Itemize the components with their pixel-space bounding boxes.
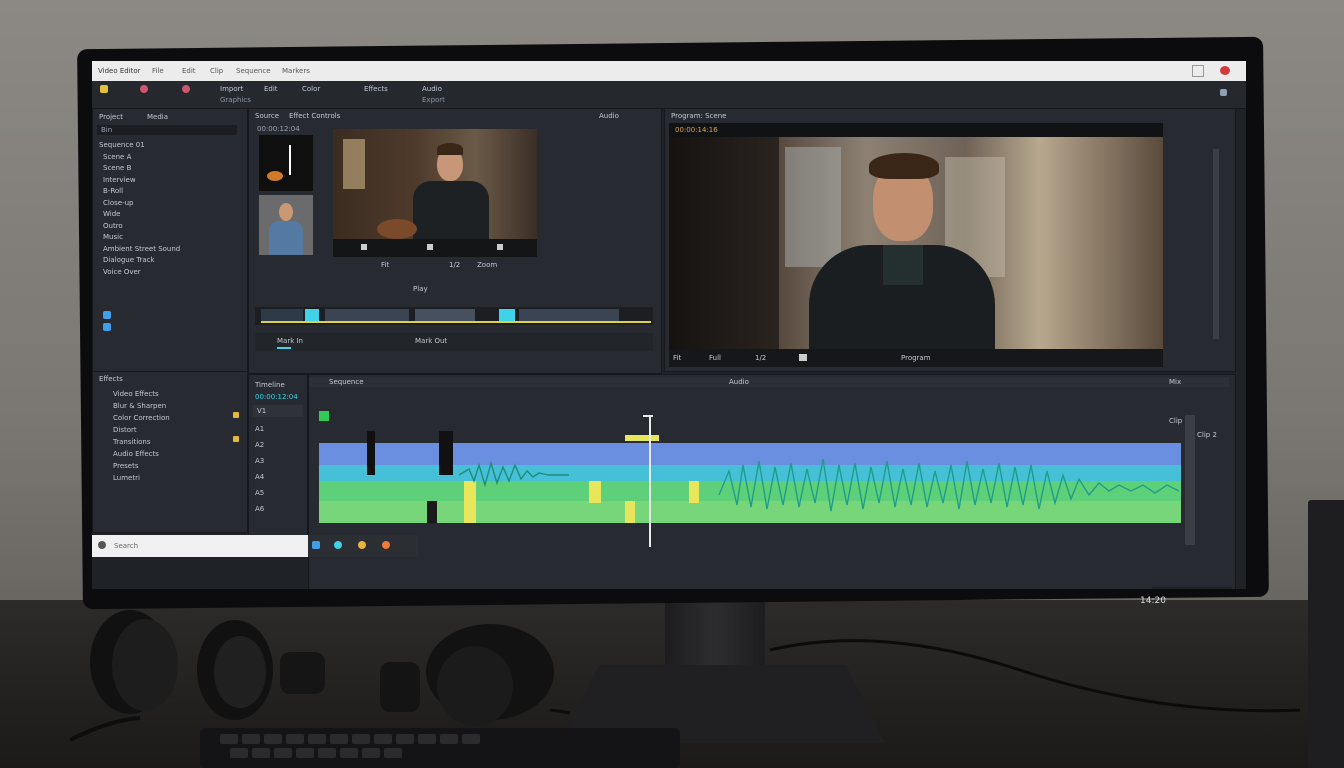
menu-item-file[interactable]: File <box>152 67 164 75</box>
clip-marker[interactable] <box>319 411 329 421</box>
search-input-placeholder: Search <box>114 542 139 550</box>
toolbar-export[interactable]: Export <box>422 96 445 104</box>
track-label-a5[interactable]: A5 <box>255 489 264 497</box>
menu-item-sequence[interactable]: Sequence <box>236 67 271 75</box>
source-control-half[interactable]: 1/2 <box>449 261 460 269</box>
menu-item-edit[interactable]: Edit <box>182 67 196 75</box>
taskbar-search[interactable]: Search <box>92 535 308 557</box>
track-controls: V1 <box>253 405 303 417</box>
timeline-tab[interactable]: Timeline <box>255 381 285 389</box>
program-transport-bar: Fit Full 1/2 Program <box>669 349 1163 367</box>
bin-label: Bin <box>101 126 113 134</box>
playhead[interactable] <box>649 415 651 547</box>
search-icon <box>98 541 106 549</box>
track-label-a4[interactable]: A4 <box>255 473 264 481</box>
project-panel: Project Media Bin Sequence 01 Scene A Sc… <box>92 108 248 372</box>
search-input[interactable]: Bin <box>97 125 237 135</box>
monitor-screen: Video Editor File Edit Clip Sequence Mar… <box>92 61 1246 589</box>
toolbar-effects[interactable]: Effects <box>364 85 388 93</box>
timeline-track-headers: Timeline 00:00:12:04 V1 A1 A2 A3 A4 A5 A… <box>248 374 308 536</box>
track-label-v1[interactable]: V1 <box>257 407 266 415</box>
source-clip-strip[interactable] <box>255 307 653 325</box>
folder-icon[interactable] <box>100 85 108 93</box>
toolbar-edit[interactable]: Edit <box>264 85 278 93</box>
close-icon[interactable] <box>1220 66 1230 75</box>
mark-out-label[interactable]: Mark Out <box>415 337 447 345</box>
taskbar-apps <box>308 535 418 557</box>
step-forward-icon[interactable] <box>497 244 503 250</box>
program-monitor-panel: Program: Scene 00:00:14:16 Fit Full 1/2 … <box>664 108 1236 383</box>
source-video[interactable] <box>333 129 537 239</box>
media-icon[interactable] <box>382 541 390 549</box>
source-marker-bar: Mark In Mark Out <box>255 333 653 351</box>
settings-icon[interactable] <box>1220 89 1227 96</box>
timeline-scrollbar[interactable] <box>1185 415 1195 545</box>
track-label-a6[interactable]: A6 <box>255 505 264 513</box>
thumbnail-clip[interactable] <box>259 195 313 255</box>
tab-project[interactable]: Project <box>99 113 123 121</box>
maximize-icon[interactable] <box>1192 65 1204 77</box>
program-timecode: 00:00:14:16 <box>675 126 718 134</box>
source-timecode: 00:00:12:04 <box>257 125 300 133</box>
app-icon[interactable] <box>312 541 320 549</box>
app-title: Video Editor <box>98 67 141 75</box>
toolbar-import[interactable]: Import <box>220 85 243 93</box>
menu-bar: Video Editor File Edit Clip Sequence Mar… <box>92 61 1246 81</box>
program-tab[interactable]: Program: Scene <box>671 112 726 120</box>
play-icon[interactable] <box>427 244 433 250</box>
toolbar-audio[interactable]: Audio <box>422 85 442 93</box>
toolbar-graphics[interactable]: Graphics <box>220 96 251 104</box>
program-header-bar: 00:00:14:16 <box>669 123 1163 137</box>
timeline-panel: Sequence Audio Mix Clip 1 Clip 2 <box>308 374 1236 589</box>
program-label-half[interactable]: 1/2 <box>755 354 766 362</box>
playhead-handle[interactable] <box>643 415 653 417</box>
monitor-cable <box>769 639 1301 713</box>
ruler-label: Mix <box>1169 378 1182 386</box>
program-video[interactable] <box>669 137 1163 349</box>
track-label-a2[interactable]: A2 <box>255 441 264 449</box>
star-icon[interactable] <box>233 436 239 442</box>
source-control-fit[interactable]: Fit <box>381 261 389 269</box>
program-center-label: Program <box>901 354 931 362</box>
effects-title: Effects <box>99 375 123 383</box>
clock: 14:20 <box>1140 596 1166 606</box>
star-icon[interactable] <box>233 412 239 418</box>
tab-media[interactable]: Media <box>147 113 168 121</box>
effects-panel: Effects Video Effects Blur & Sharpen Col… <box>92 371 248 533</box>
source-center-label: Play <box>413 285 428 293</box>
tab-audio[interactable]: Audio <box>599 112 619 120</box>
track-label-a3[interactable]: A3 <box>255 457 264 465</box>
step-back-icon[interactable] <box>361 244 367 250</box>
thumbnail-clip[interactable] <box>259 135 313 191</box>
bin-icon[interactable] <box>103 311 111 319</box>
program-label-fit[interactable]: Fit <box>673 354 681 362</box>
marker-icon[interactable] <box>182 85 190 93</box>
source-transport-bar <box>333 239 537 257</box>
toolbar: Import Edit Color Effects Audio Graphics… <box>92 81 1246 109</box>
menu-item-clip[interactable]: Clip <box>210 67 223 75</box>
waveform-graphic <box>458 458 1180 512</box>
taskbar-spacer <box>1152 587 1232 589</box>
mark-in-label[interactable]: Mark In <box>277 337 303 345</box>
folder-icon[interactable] <box>358 541 366 549</box>
ruler-label: Audio <box>729 378 749 386</box>
timeline-ruler[interactable]: Sequence Audio Mix <box>309 377 1229 387</box>
clip-label: Clip 2 <box>1197 431 1217 439</box>
track-label-a1[interactable]: A1 <box>255 425 264 433</box>
timeline-timecode: 00:00:12:04 <box>255 393 298 401</box>
tab-source[interactable]: Source <box>255 112 279 120</box>
browser-icon[interactable] <box>334 541 342 549</box>
menu-item-markers[interactable]: Markers <box>282 67 310 75</box>
tab-effect-controls[interactable]: Effect Controls <box>289 112 340 120</box>
keyboard <box>200 728 680 768</box>
program-scrollbar[interactable] <box>1213 149 1219 339</box>
ruler-label: Sequence <box>329 378 364 386</box>
source-monitor-panel: Source Effect Controls Audio 00:00:12:04… <box>248 108 662 374</box>
record-icon[interactable] <box>140 85 148 93</box>
toolbar-color[interactable]: Color <box>302 85 320 93</box>
play-icon[interactable] <box>799 354 807 361</box>
source-control-zoom[interactable]: Zoom <box>477 261 497 269</box>
program-label-full[interactable]: Full <box>709 354 721 362</box>
new-item-icon[interactable] <box>103 323 111 331</box>
